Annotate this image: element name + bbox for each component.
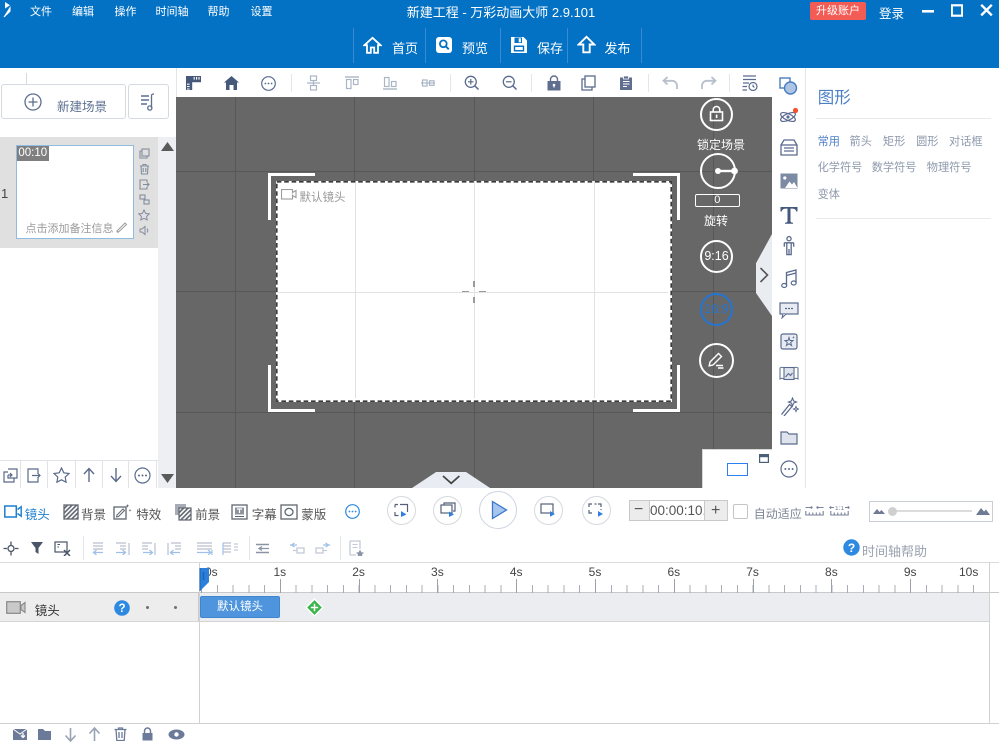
svg-text:1:1: 1:1	[835, 506, 844, 512]
svg-text:?: ?	[848, 541, 855, 555]
svg-text:?: ?	[118, 603, 125, 615]
